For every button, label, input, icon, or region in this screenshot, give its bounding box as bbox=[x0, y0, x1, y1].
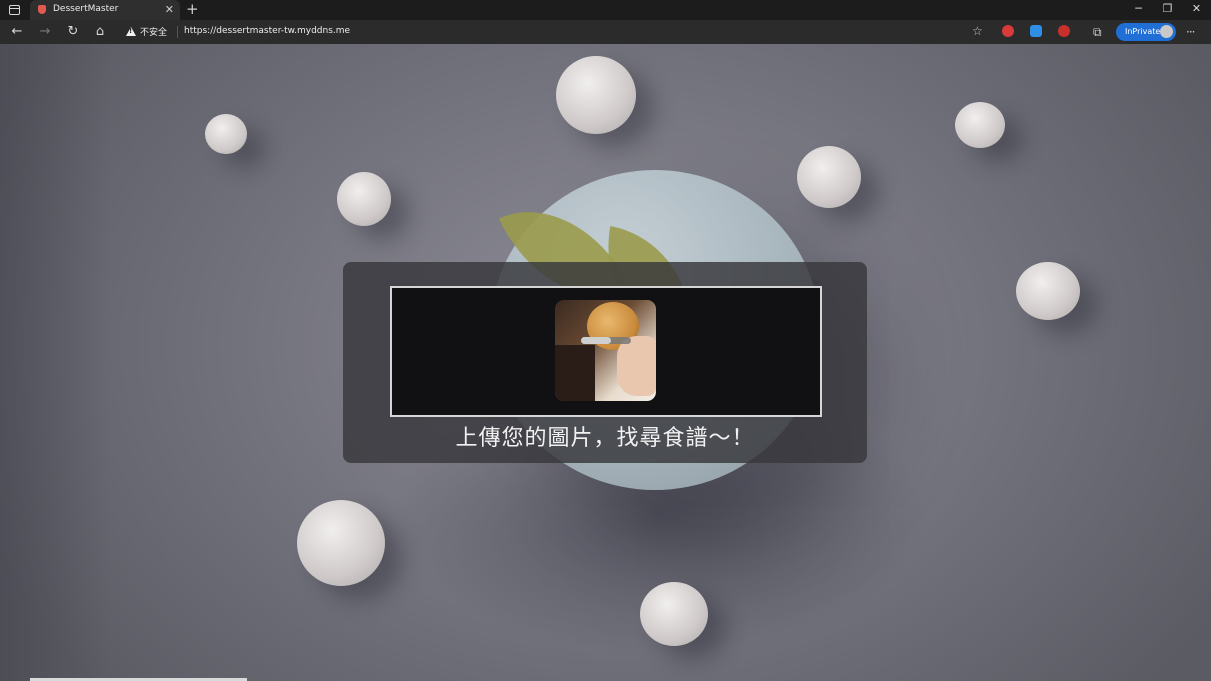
tab-actions-icon[interactable] bbox=[6, 3, 22, 17]
tab-dessertmaster[interactable]: DessertMaster ✕ bbox=[30, 0, 180, 20]
preview-background bbox=[555, 345, 595, 401]
extension-icon[interactable] bbox=[1058, 25, 1070, 37]
upload-card: 上傳您的圖片，找尋食譜～！ bbox=[343, 262, 867, 463]
address-bar: ← → ↻ ⌂ 不安全 https://dessertmaster-tw.myd… bbox=[0, 20, 1211, 44]
sugar-pearl bbox=[205, 114, 247, 154]
profile-avatar-icon bbox=[1160, 25, 1173, 38]
url-field[interactable]: https://dessertmaster-tw.myddns.me bbox=[184, 26, 350, 36]
tab-bar: DessertMaster ✕ + ─ ❐ ✕ bbox=[0, 0, 1211, 20]
sugar-pearl bbox=[1016, 262, 1080, 320]
close-window-button[interactable]: ✕ bbox=[1182, 0, 1211, 20]
sugar-pearl bbox=[640, 582, 708, 646]
security-indicator[interactable]: 不安全 bbox=[126, 25, 167, 38]
background-shade bbox=[0, 44, 110, 681]
upload-prompt: 上傳您的圖片，找尋食譜～！ bbox=[455, 426, 755, 451]
more-icon[interactable]: ··· bbox=[1186, 24, 1196, 40]
sugar-pearl bbox=[556, 56, 636, 134]
inprivate-badge[interactable]: InPrivate bbox=[1116, 23, 1176, 41]
home-button[interactable]: ⌂ bbox=[92, 24, 108, 40]
sugar-pearl bbox=[797, 146, 861, 208]
security-label: 不安全 bbox=[140, 28, 168, 38]
favorites-star-icon[interactable]: ☆ bbox=[972, 23, 983, 39]
forward-button[interactable]: → bbox=[37, 24, 53, 40]
minimize-button[interactable]: ─ bbox=[1124, 0, 1153, 20]
sugar-pearl bbox=[337, 172, 391, 226]
abp-extension-icon[interactable] bbox=[1002, 25, 1014, 37]
sugar-pearl bbox=[297, 500, 385, 586]
collections-icon[interactable]: ⧉ bbox=[1093, 24, 1102, 40]
restore-button[interactable]: ❐ bbox=[1153, 0, 1182, 20]
reload-button[interactable]: ↻ bbox=[65, 24, 81, 40]
new-tab-button[interactable]: + bbox=[186, 1, 199, 18]
address-divider bbox=[177, 26, 178, 38]
translate-extension-icon[interactable] bbox=[1030, 25, 1042, 37]
image-drop-zone[interactable] bbox=[390, 286, 822, 417]
tab-close-icon[interactable]: ✕ bbox=[165, 3, 174, 17]
upload-progress-fill bbox=[581, 337, 611, 344]
uploaded-image-preview bbox=[555, 300, 656, 401]
upload-progress-bar bbox=[581, 337, 631, 344]
sugar-pearl bbox=[955, 102, 1005, 148]
favicon-icon bbox=[38, 5, 46, 14]
window-controls: ─ ❐ ✕ bbox=[1124, 0, 1211, 20]
tab-title: DessertMaster bbox=[53, 4, 119, 14]
warning-icon bbox=[126, 27, 136, 36]
inprivate-label: InPrivate bbox=[1125, 27, 1161, 36]
hand-image bbox=[617, 336, 656, 396]
back-button[interactable]: ← bbox=[9, 24, 25, 40]
